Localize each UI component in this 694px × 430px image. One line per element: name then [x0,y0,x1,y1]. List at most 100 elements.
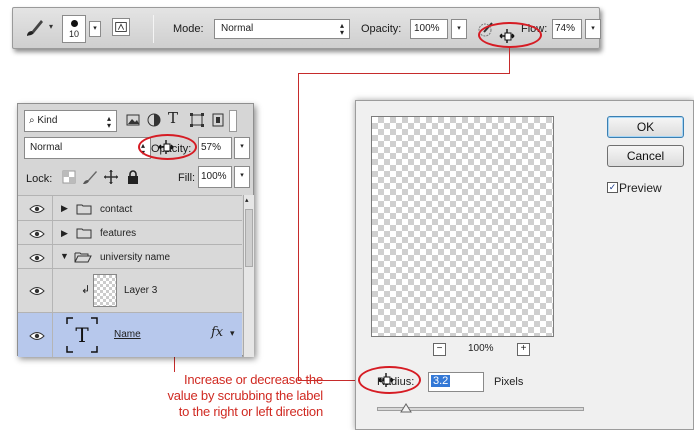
caption-line: value by scrubbing the label [167,388,323,403]
scroll-thumb[interactable] [245,209,253,267]
fill-dropdown[interactable]: ▾ [234,166,250,188]
scrubby-cursor-icon [499,29,515,43]
layer-thumbnail[interactable] [93,274,117,307]
flow-dropdown[interactable]: ▾ [585,19,601,39]
visibility-eye-icon[interactable] [29,204,45,214]
connector-line [298,73,299,381]
scroll-up-icon[interactable]: ▴ [245,196,249,204]
divider [52,196,53,220]
filter-preview-canvas[interactable] [371,116,554,337]
open-folder-icon [74,252,92,263]
layer-opacity-input[interactable]: 57% [198,137,232,159]
fill-input[interactable]: 100% [198,166,232,188]
preview-label[interactable]: Preview [619,181,662,195]
cancel-button[interactable]: Cancel [607,145,684,167]
brush-preset-picker[interactable]: 10 [62,15,86,43]
opacity-input[interactable]: 100% [410,19,448,39]
blend-mode-value: Normal [30,142,63,153]
effects-dropdown-icon[interactable]: ▾ [230,328,235,339]
layer-name: contact [100,204,133,215]
mode-select[interactable]: Normal ▴ ▾ [214,19,350,39]
lock-all-icon[interactable] [125,169,141,185]
flow-value: 74% [555,23,576,34]
divider [52,221,53,244]
layer-row-contact[interactable]: ▶ contact [18,195,242,220]
layers-panel: ⌕ Kind ▴ ▾ T Normal ▴ ▾ Opacity: 57% ▾ Loc… [17,103,254,357]
divider [52,313,53,357]
divider [52,245,53,268]
folder-icon [76,204,92,215]
mode-value: Normal [221,23,254,34]
brush-tool-icon[interactable] [23,18,45,40]
layer-row-university-name[interactable]: ▼ university name [18,244,242,268]
filter-kind-value: Kind [37,115,58,126]
shape-filter-icon[interactable] [189,112,205,128]
layer-opacity-value: 57% [201,142,222,153]
connector-line [298,73,510,74]
ok-button[interactable]: OK [607,116,684,138]
blend-mode-select[interactable]: Normal ▴ ▾ [24,137,151,159]
fill-value: 100% [201,171,227,182]
expand-arrow-icon[interactable]: ▶ [61,203,68,214]
radius-value: 3.2 [431,375,451,387]
visibility-eye-icon[interactable] [29,286,45,296]
adjustment-filter-icon[interactable] [146,112,162,128]
filter-kind-select[interactable]: ⌕ Kind ▴ ▾ [24,110,117,132]
fill-label[interactable]: Fill: [178,172,195,184]
layer-row-layer-3[interactable]: ↲ Layer 3 [18,268,242,312]
layer-effects-icon[interactable]: fx [211,325,223,340]
radius-slider-thumb[interactable] [400,401,412,413]
pixels-unit-label: Pixels [494,376,524,388]
layer-row-name[interactable]: T Name fx ▾ [18,312,242,357]
layers-scrollbar[interactable]: ▴ [243,195,254,357]
divider [52,269,53,312]
spin-arrows-icon: ▴ ▾ [106,114,111,130]
type-layer-thumbnail-icon[interactable]: T [66,317,98,353]
zoom-out-button[interactable]: − [433,343,446,356]
collapse-arrow-icon[interactable]: ▼ [60,251,69,261]
layer-name: features [100,228,137,239]
smart-object-filter-icon[interactable] [210,112,226,128]
brush-tip-icon [70,20,78,27]
layer-list: ▶ contact ▶ features ▼ university name ↲… [18,195,242,357]
clipping-mask-icon: ↲ [81,284,91,296]
divider [153,15,154,43]
filter-toggle-switch[interactable] [229,110,237,132]
scrubby-cursor-icon [158,140,174,154]
layer-opacity-dropdown[interactable]: ▾ [234,137,250,159]
layer-name: Name [114,329,141,340]
svg-text:T: T [75,323,89,347]
visibility-eye-icon[interactable] [29,229,45,239]
opacity-dropdown[interactable]: ▾ [451,19,467,39]
lock-label: Lock: [26,173,53,185]
brush-preset-dropdown[interactable]: ▾ [89,21,101,37]
scrubby-cursor-icon [378,373,394,387]
brush-size-value: 10 [68,29,79,39]
caption-line: to the right or left direction [178,404,324,419]
brush-panel-toggle-icon[interactable] [112,18,130,36]
opacity-label[interactable]: Opacity: [361,23,401,35]
type-filter-icon[interactable]: T [168,109,184,127]
opacity-value: 100% [414,23,440,34]
visibility-eye-icon[interactable] [29,253,45,263]
layer-name: university name [100,252,171,263]
radius-input[interactable]: 3.2 [428,372,484,392]
lock-image-pixels-icon[interactable] [82,169,98,185]
lock-transparent-pixels-icon[interactable] [61,169,77,185]
preview-checkbox[interactable]: ✓ [607,182,618,193]
lock-position-icon[interactable] [103,169,119,185]
visibility-eye-icon[interactable] [29,331,45,341]
flow-input[interactable]: 74% [552,19,582,39]
caption-line: Increase or decrease the [183,372,323,387]
layer-row-features[interactable]: ▶ features [18,220,242,244]
tool-preset-arrow-icon[interactable]: ▾ [49,22,53,31]
connector-line [509,48,510,73]
search-icon: ⌕ [29,115,35,126]
zoom-level: 100% [468,343,494,354]
expand-arrow-icon[interactable]: ▶ [61,228,68,239]
layer-name: Layer 3 [124,285,158,296]
mode-label: Mode: [173,23,204,35]
image-filter-icon[interactable] [125,112,141,128]
zoom-in-button[interactable]: + [517,343,530,356]
folder-icon [76,228,92,239]
